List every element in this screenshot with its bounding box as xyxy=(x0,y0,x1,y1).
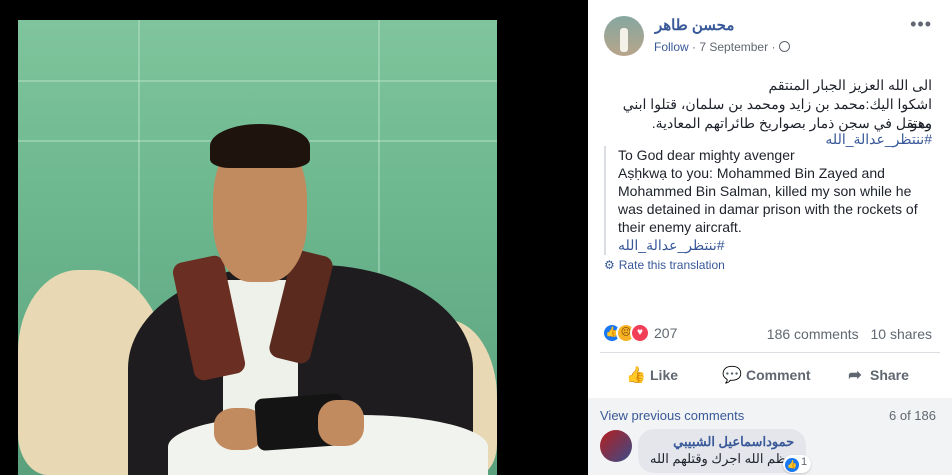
hand xyxy=(318,400,364,446)
like-icon: 👍 xyxy=(626,367,646,384)
comment-reaction-count: 1 xyxy=(801,456,808,468)
comments-count[interactable]: 186 comments xyxy=(767,326,859,342)
translation-line: their enemy aircraft. xyxy=(618,219,742,235)
globe-icon xyxy=(778,41,790,52)
view-previous-comments[interactable]: View previous comments xyxy=(600,408,744,423)
more-icon[interactable]: ••• xyxy=(910,14,932,35)
gear-icon: ⚙ xyxy=(604,258,615,272)
translation-hashtag[interactable]: #ننتظر_عدالة_الله xyxy=(618,236,934,255)
author-name[interactable]: محسن طاهر xyxy=(655,16,734,34)
post-date[interactable]: 7 September xyxy=(699,40,768,54)
comments-pager: 6 of 186 xyxy=(889,408,936,423)
translation-line: Aṣḥkwạ to you: Mohammed Bin Zayed and xyxy=(618,165,885,181)
commenter-avatar[interactable] xyxy=(600,430,632,462)
like-button[interactable]: 👍 Like xyxy=(626,363,678,387)
person-hair xyxy=(210,124,310,168)
comments-section: View previous comments 6 of 186 حموداسما… xyxy=(588,398,952,475)
meta-separator: · xyxy=(692,40,697,54)
post-panel: محسن طاهر Follow · 7 September · ••• الى… xyxy=(588,0,952,475)
share-label: Share xyxy=(870,367,909,383)
comment-icon: 💬 xyxy=(722,367,742,384)
rate-translation-label: Rate this translation xyxy=(618,258,725,272)
author-avatar[interactable] xyxy=(604,16,644,56)
comment-text: عظم الله اجرك وقتلهم الله xyxy=(650,451,795,466)
divider xyxy=(600,352,940,353)
post-meta: Follow · 7 September · xyxy=(654,40,790,54)
translation-line: To God dear mighty avenger xyxy=(618,147,795,163)
translation-line: Mohammed Bin Salman, killed my son while… xyxy=(618,183,912,199)
photo-viewer xyxy=(0,0,588,475)
post-photo[interactable] xyxy=(18,20,497,475)
net-line xyxy=(138,20,140,320)
share-button[interactable]: ➦ Share xyxy=(846,363,909,387)
comment-button[interactable]: 💬 Comment xyxy=(722,363,811,387)
like-reaction-icon: 👍 xyxy=(785,458,799,472)
post-text-line: الى الله العزيز الجبار المنتقم xyxy=(768,77,932,93)
commenter-name[interactable]: حموداسماعيل الشبيبي xyxy=(650,434,794,450)
reaction-count: 207 xyxy=(654,325,678,341)
share-icon: ➦ xyxy=(848,367,862,384)
like-label: Like xyxy=(650,367,679,383)
comment-label: Comment xyxy=(746,367,811,383)
translation-block: To God dear mighty avenger Aṣḥkwạ to you… xyxy=(604,146,934,255)
follow-link[interactable]: Follow xyxy=(654,40,689,54)
love-reaction-icon: ♥ xyxy=(630,323,650,343)
shares-count[interactable]: 10 shares xyxy=(871,326,932,342)
rate-translation[interactable]: ⚙ Rate this translation xyxy=(604,258,725,272)
translation-line: was detained in damar prison with the ro… xyxy=(618,201,918,217)
meta-separator: · xyxy=(771,40,776,54)
net-line xyxy=(18,80,497,82)
comment-bubble: حموداسماعيل الشبيبي عظم الله اجرك وقتلهم… xyxy=(638,429,807,473)
engagement-counts: 186 comments 10 shares xyxy=(767,326,932,342)
comment-reaction[interactable]: 👍 1 xyxy=(783,455,812,473)
